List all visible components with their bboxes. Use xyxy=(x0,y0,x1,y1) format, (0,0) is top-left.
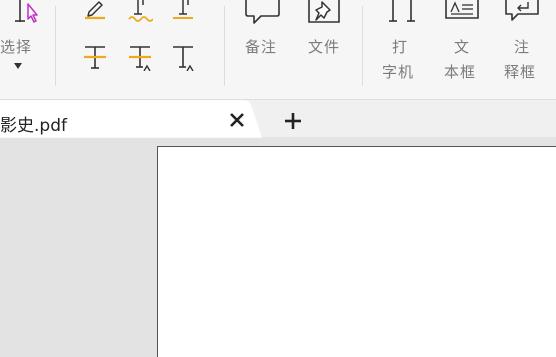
note-tool-button[interactable]: 备注 xyxy=(240,0,286,60)
textbox-icon xyxy=(445,0,479,19)
ribbon-separator xyxy=(55,6,56,86)
callout-label-line1: 注 xyxy=(514,38,531,56)
file-attachment-label: 文件 xyxy=(308,38,341,56)
textbox-tool-button[interactable]: 文 本框 xyxy=(440,0,486,86)
strikeout-icon[interactable] xyxy=(82,45,108,71)
callout-tool-button[interactable]: 注 释框 xyxy=(502,0,548,86)
underline-text-icon[interactable] xyxy=(170,0,196,22)
document-tab-title: 影史.pdf xyxy=(0,116,67,136)
pushpin-attach-icon xyxy=(308,0,340,23)
callout-label-line2: 释框 xyxy=(504,63,537,81)
select-tool-button[interactable]: 选择 xyxy=(0,0,48,86)
replace-text-icon[interactable] xyxy=(127,45,153,71)
typewriter-tool-button[interactable]: 打 字机 xyxy=(378,0,424,86)
typewriter-label-line2: 字机 xyxy=(382,63,415,81)
ribbon-separator xyxy=(224,6,225,86)
ribbon-separator xyxy=(362,6,363,86)
textbox-label-line1: 文 xyxy=(454,38,471,56)
ribbon-toolbar: 选择 备注 文件 打 字机 文 本框 注 释框 xyxy=(0,0,556,100)
dropdown-arrow-icon[interactable] xyxy=(13,62,23,70)
plus-icon[interactable] xyxy=(282,110,304,132)
note-tool-label: 备注 xyxy=(245,38,278,56)
close-icon[interactable] xyxy=(226,109,248,131)
note-bubble-icon xyxy=(245,0,280,24)
file-attachment-tool-button[interactable]: 文件 xyxy=(302,0,348,60)
typewriter-label-line1: 打 xyxy=(392,38,409,56)
select-text-cursor-icon xyxy=(15,0,38,23)
squiggly-underline-icon[interactable] xyxy=(127,0,153,22)
highlight-pen-icon[interactable] xyxy=(83,0,107,20)
pdf-page[interactable] xyxy=(157,146,556,357)
select-tool-label: 选择 xyxy=(0,38,33,56)
callout-icon xyxy=(505,0,539,21)
insert-text-icon[interactable] xyxy=(170,45,196,71)
textbox-label-line2: 本框 xyxy=(444,63,477,81)
typewriter-icon xyxy=(389,0,415,22)
